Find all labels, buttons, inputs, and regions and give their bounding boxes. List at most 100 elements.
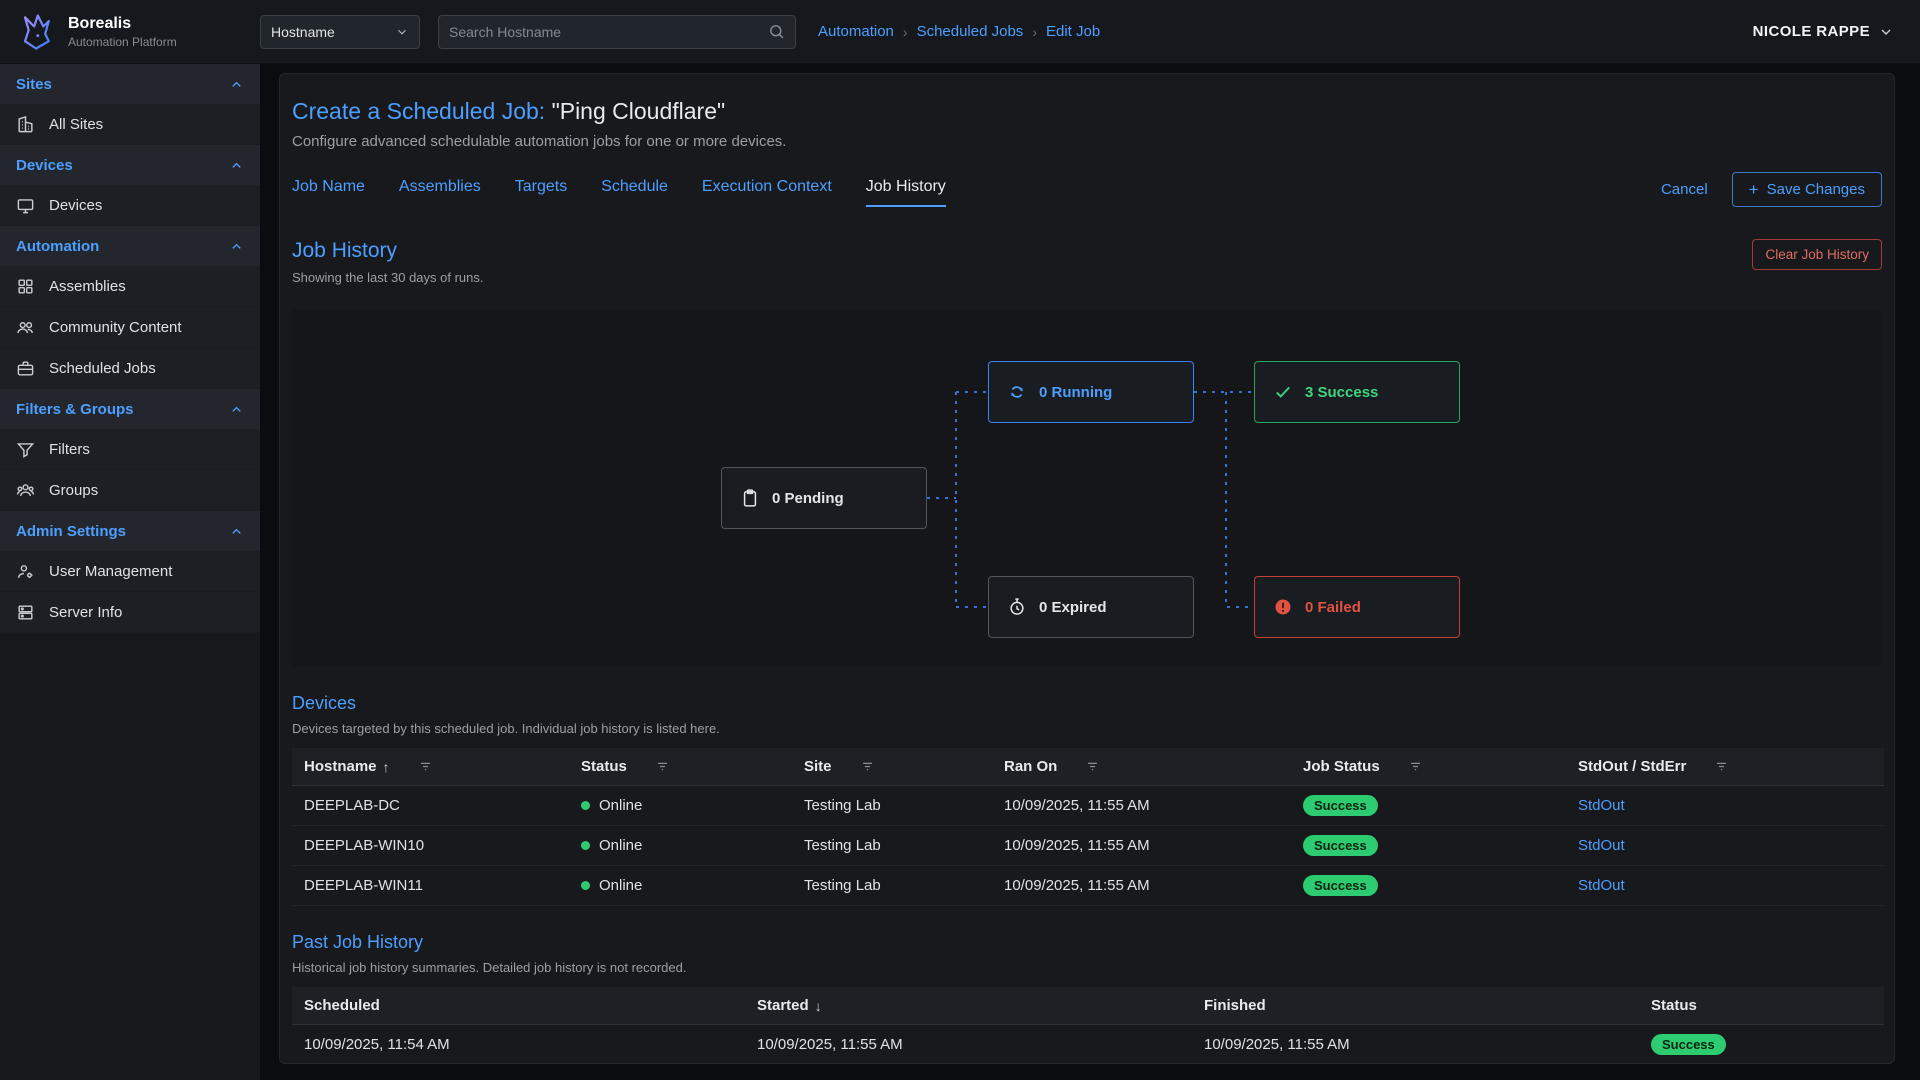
pending-count-label: 0 Pending	[772, 490, 844, 507]
column-label: Hostname	[304, 758, 377, 775]
sidebar-item-groups[interactable]: Groups	[0, 470, 260, 511]
stdout-link[interactable]: StdOut	[1578, 797, 1625, 814]
clipboard-icon	[740, 488, 760, 508]
plus-icon: +	[1749, 181, 1759, 198]
column-header-stdout[interactable]: StdOut / StdErr	[1566, 748, 1884, 786]
tab-bar: Job Name Assemblies Targets Schedule Exe…	[292, 172, 1882, 213]
sidebar-item-scheduled-jobs[interactable]: Scheduled Jobs	[0, 348, 260, 389]
tab-job-name[interactable]: Job Name	[292, 178, 365, 207]
column-header-site[interactable]: Site	[792, 748, 992, 786]
section-label: Devices	[16, 157, 73, 174]
devices-table: Hostname ↑ Status Site Ran On Job Status	[292, 748, 1884, 906]
chevron-up-icon	[229, 158, 244, 173]
breadcrumb: Automation › Scheduled Jobs › Edit Job	[818, 23, 1100, 40]
breadcrumb-separator: ›	[1032, 24, 1037, 40]
failed-state-card[interactable]: 0 Failed	[1254, 576, 1460, 638]
sidebar-item-assemblies[interactable]: Assemblies	[0, 266, 260, 307]
status-cell: Online	[569, 866, 792, 906]
site-cell: Testing Lab	[792, 866, 992, 906]
status-cell: Online	[569, 786, 792, 826]
groups-icon	[16, 481, 35, 500]
tab-targets[interactable]: Targets	[515, 178, 567, 207]
sidebar-item-label: All Sites	[49, 116, 103, 133]
sort-descending-icon[interactable]: ↓	[815, 998, 822, 1014]
stdout-link[interactable]: StdOut	[1578, 877, 1625, 894]
tab-execution-context[interactable]: Execution Context	[702, 178, 832, 207]
past-job-history-subheading: Historical job history summaries. Detail…	[292, 960, 1882, 975]
sidebar-item-community-content[interactable]: Community Content	[0, 307, 260, 348]
column-header-hostname[interactable]: Hostname ↑	[292, 748, 569, 786]
breadcrumb-scheduled-jobs[interactable]: Scheduled Jobs	[917, 23, 1024, 40]
failed-count-label: 0 Failed	[1305, 599, 1361, 616]
filter-menu-icon[interactable]	[655, 759, 670, 774]
hostname-cell: DEEPLAB-WIN11	[292, 866, 569, 906]
pending-state-card[interactable]: 0 Pending	[721, 467, 927, 529]
finished-cell: 10/09/2025, 11:55 AM	[1192, 1025, 1639, 1065]
chevron-up-icon	[229, 77, 244, 92]
sidebar-section-filters-groups[interactable]: Filters & Groups	[0, 389, 260, 429]
success-state-card[interactable]: 3 Success	[1254, 361, 1460, 423]
expired-count-label: 0 Expired	[1039, 599, 1107, 616]
sidebar-section-automation[interactable]: Automation	[0, 226, 260, 266]
breadcrumb-edit-job[interactable]: Edit Job	[1046, 23, 1100, 40]
column-header-scheduled[interactable]: Scheduled	[292, 987, 745, 1025]
search-icon[interactable]	[768, 23, 785, 40]
tab-assemblies[interactable]: Assemblies	[399, 178, 481, 207]
hostname-select[interactable]: Hostname	[260, 15, 420, 49]
grid-icon	[16, 277, 35, 296]
filter-menu-icon[interactable]	[1408, 759, 1423, 774]
stdout-link[interactable]: StdOut	[1578, 837, 1625, 854]
filter-menu-icon[interactable]	[1085, 759, 1100, 774]
sidebar-item-label: Groups	[49, 482, 98, 499]
tab-job-history[interactable]: Job History	[866, 178, 946, 207]
column-header-status[interactable]: Status	[1639, 987, 1884, 1025]
column-header-status[interactable]: Status	[569, 748, 792, 786]
ran-on-cell: 10/09/2025, 11:55 AM	[992, 786, 1291, 826]
save-changes-button[interactable]: + Save Changes	[1732, 172, 1882, 207]
sort-ascending-icon[interactable]: ↑	[383, 759, 390, 775]
user-menu[interactable]: NICOLE RAPPE	[1753, 23, 1894, 40]
stdout-cell: StdOut	[1566, 866, 1884, 906]
user-name: NICOLE RAPPE	[1753, 23, 1870, 40]
sidebar-item-all-sites[interactable]: All Sites	[0, 104, 260, 145]
stdout-cell: StdOut	[1566, 826, 1884, 866]
section-label: Sites	[16, 76, 52, 93]
sidebar-item-label: Filters	[49, 441, 90, 458]
sidebar-section-devices[interactable]: Devices	[0, 145, 260, 185]
clear-job-history-button[interactable]: Clear Job History	[1752, 239, 1882, 270]
ran-on-cell: 10/09/2025, 11:55 AM	[992, 866, 1291, 906]
site-cell: Testing Lab	[792, 826, 992, 866]
devices-heading: Devices	[292, 693, 1882, 714]
sidebar-item-label: User Management	[49, 563, 172, 580]
breadcrumb-automation[interactable]: Automation	[818, 23, 894, 40]
filter-menu-icon[interactable]	[418, 759, 433, 774]
status-badge: Success	[1303, 795, 1378, 816]
main-panel: Create a Scheduled Job: "Ping Cloudflare…	[279, 73, 1895, 1064]
sidebar-section-sites[interactable]: Sites	[0, 64, 260, 104]
column-header-finished[interactable]: Finished	[1192, 987, 1639, 1025]
sidebar-section-admin-settings[interactable]: Admin Settings	[0, 511, 260, 551]
sidebar-item-filters[interactable]: Filters	[0, 429, 260, 470]
job-history-subheading: Showing the last 30 days of runs.	[292, 270, 484, 285]
sidebar-item-server-info[interactable]: Server Info	[0, 592, 260, 633]
column-header-job-status[interactable]: Job Status	[1291, 748, 1566, 786]
column-header-ran-on[interactable]: Ran On	[992, 748, 1291, 786]
online-status-dot	[581, 841, 590, 850]
sidebar-item-label: Devices	[49, 197, 102, 214]
tab-schedule[interactable]: Schedule	[601, 178, 668, 207]
filter-menu-icon[interactable]	[860, 759, 875, 774]
expired-state-card[interactable]: 0 Expired	[988, 576, 1194, 638]
hostname-cell: DEEPLAB-DC	[292, 786, 569, 826]
column-header-started[interactable]: Started ↓	[745, 987, 1192, 1025]
devices-subheading: Devices targeted by this scheduled job. …	[292, 721, 1882, 736]
job-status-cell: Success	[1291, 866, 1566, 906]
search-input[interactable]	[449, 24, 768, 40]
cancel-button[interactable]: Cancel	[1661, 181, 1708, 198]
sidebar-item-user-management[interactable]: User Management	[0, 551, 260, 592]
job-status-cell: Success	[1291, 786, 1566, 826]
hostname-cell: DEEPLAB-WIN10	[292, 826, 569, 866]
sidebar: Sites All Sites Devices Devices Automati…	[0, 64, 260, 1080]
sidebar-item-devices[interactable]: Devices	[0, 185, 260, 226]
filter-menu-icon[interactable]	[1714, 759, 1729, 774]
running-state-card[interactable]: 0 Running	[988, 361, 1194, 423]
